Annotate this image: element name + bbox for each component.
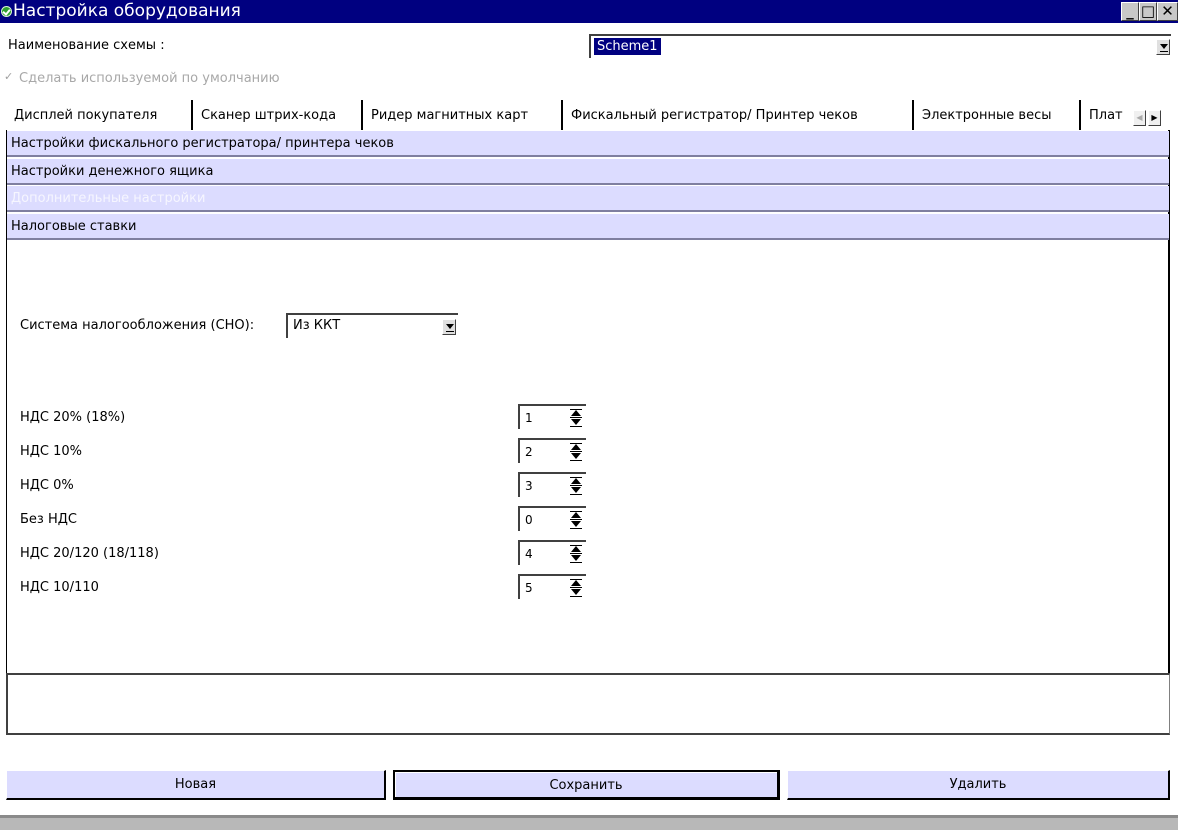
message-area[interactable] xyxy=(6,673,1170,735)
vat-label-20-120: НДС 20/120 (18/118) xyxy=(20,546,159,561)
vat-stepper-0[interactable]: 3 xyxy=(518,472,586,497)
tab-payment[interactable]: Плат xyxy=(1079,100,1139,130)
new-button[interactable]: Новая xyxy=(6,770,386,800)
tab-magnetic-card-reader[interactable]: Ридер магнитных карт xyxy=(361,100,528,130)
vat-stepper-value: 2 xyxy=(525,445,533,459)
minimize-button[interactable]: _ xyxy=(1121,2,1139,21)
scheme-select[interactable]: Scheme1 xyxy=(589,34,1171,58)
tab-electronic-scales[interactable]: Электронные весы xyxy=(912,100,1051,130)
vat-label-0: НДС 0% xyxy=(20,478,74,493)
vat-stepper-none[interactable]: 0 xyxy=(518,506,586,531)
vat-label-10-110: НДС 10/110 xyxy=(20,580,99,595)
tab-scroll-left-icon[interactable]: ◀ xyxy=(1133,110,1146,126)
chevron-down-icon[interactable] xyxy=(1156,39,1170,55)
vat-label-20: НДС 20% (18%) xyxy=(20,410,126,425)
spin-arrows-icon[interactable] xyxy=(569,545,582,563)
vat-stepper-value: 3 xyxy=(525,479,533,493)
spin-arrows-icon[interactable] xyxy=(569,409,582,427)
spin-arrows-icon[interactable] xyxy=(569,443,582,461)
default-scheme-checkbox[interactable]: ✓ xyxy=(4,71,14,82)
tab-scroll-right-icon[interactable]: ▶ xyxy=(1148,110,1161,126)
vat-stepper-20-120[interactable]: 4 xyxy=(518,540,586,565)
vat-label-10: НДС 10% xyxy=(20,444,83,459)
close-button[interactable]: ✕ xyxy=(1157,2,1178,21)
vat-label-none: Без НДС xyxy=(20,512,77,527)
spin-arrows-icon[interactable] xyxy=(569,477,582,495)
tax-system-value: Из ККТ xyxy=(293,318,341,333)
vat-stepper-10[interactable]: 2 xyxy=(518,438,586,463)
chevron-down-icon[interactable] xyxy=(442,319,456,335)
tax-system-select[interactable]: Из ККТ xyxy=(286,313,458,338)
spin-arrows-icon[interactable] xyxy=(569,579,582,597)
save-button[interactable]: Сохранить xyxy=(393,770,780,800)
section-additional-settings: Дополнительные настройки xyxy=(7,186,1169,212)
tab-customer-display[interactable]: Дисплей покупателя xyxy=(6,100,157,130)
status-bar xyxy=(0,815,1178,830)
maximize-button[interactable]: □ xyxy=(1139,2,1157,21)
tab-panel: Настройки фискального регистратора/ прин… xyxy=(6,130,1170,674)
vat-stepper-20[interactable]: 1 xyxy=(518,404,586,429)
vat-stepper-value: 4 xyxy=(525,547,533,561)
app-icon xyxy=(1,6,12,17)
section-tax-rates[interactable]: Налоговые ставки xyxy=(7,214,1169,240)
delete-button[interactable]: Удалить xyxy=(787,770,1170,800)
scheme-name-label: Наименование схемы : xyxy=(8,38,165,53)
vat-stepper-value: 0 xyxy=(525,513,533,527)
vat-stepper-10-110[interactable]: 5 xyxy=(518,574,586,599)
scheme-select-value: Scheme1 xyxy=(594,38,661,55)
tab-barcode-scanner[interactable]: Сканер штрих-кода xyxy=(191,100,336,130)
vat-stepper-value: 1 xyxy=(525,411,533,425)
window-title: Настройка оборудования xyxy=(13,1,241,21)
spin-arrows-icon[interactable] xyxy=(569,511,582,529)
device-tabs: Дисплей покупателя Сканер штрих-кода Рид… xyxy=(6,100,1172,130)
vat-stepper-value: 5 xyxy=(525,581,533,595)
tax-system-label: Система налогообложения (СНО): xyxy=(20,318,255,333)
section-fiscal-settings[interactable]: Настройки фискального регистратора/ прин… xyxy=(7,131,1169,157)
tab-fiscal-registrar[interactable]: Фискальный регистратор/ Принтер чеков xyxy=(561,100,858,130)
default-scheme-label: Сделать используемой по умолчанию xyxy=(19,71,280,86)
section-cash-drawer-settings[interactable]: Настройки денежного ящика xyxy=(7,159,1169,185)
